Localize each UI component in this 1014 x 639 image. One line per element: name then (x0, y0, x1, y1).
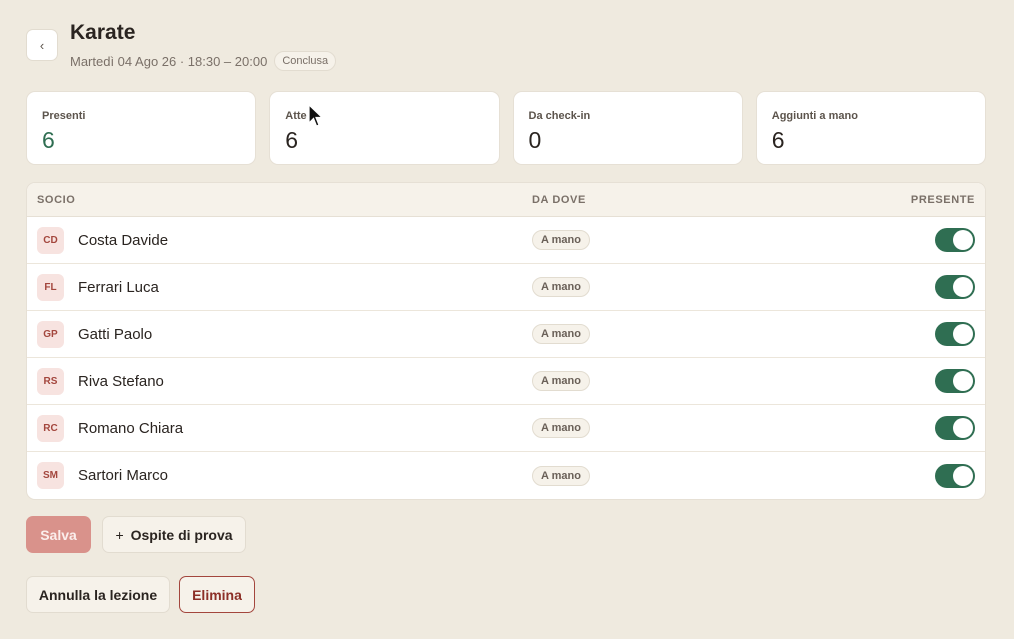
source-cell: A mano (532, 465, 855, 486)
save-button[interactable]: Salva (26, 516, 91, 553)
member-cell: CD Costa Davide (37, 226, 532, 254)
plus-icon: + (115, 526, 124, 543)
page-title: Karate (70, 21, 136, 44)
toggle-knob (953, 230, 973, 250)
member-cell: FL Ferrari Luca (37, 273, 532, 301)
stat-value: 6 (42, 127, 55, 153)
attendance-table: SOCIO DA DOVE PRESENTE CD Costa Davide A… (26, 182, 986, 500)
table-row: GP Gatti Paolo A mano (27, 311, 985, 358)
source-cell: A mano (532, 371, 855, 391)
member-cell: RS Riva Stefano (37, 367, 532, 395)
avatar: GP (37, 320, 64, 348)
table-row: FL Ferrari Luca A mano (27, 264, 985, 311)
present-cell (855, 369, 975, 393)
present-cell (855, 322, 975, 346)
present-cell (855, 275, 975, 299)
present-toggle[interactable] (935, 228, 975, 252)
source-cell: A mano (532, 418, 855, 438)
chevron-left-icon: ‹ (39, 37, 45, 53)
lesson-datetime: Martedì 04 Ago 26 · 18:30 – 20:00 (70, 53, 268, 69)
member-name: Ferrari Luca (78, 278, 159, 296)
member-cell: GP Gatti Paolo (37, 320, 532, 348)
delete-button[interactable]: Elimina (179, 576, 255, 613)
stat-label: Da check-in (528, 110, 591, 122)
member-name: Costa Davide (78, 231, 169, 249)
avatar: RS (37, 367, 64, 395)
status-badge: Conclusa (274, 51, 337, 71)
present-cell (855, 228, 975, 252)
source-badge: A mano (532, 230, 590, 250)
stat-label: Aggiunti a mano (771, 110, 858, 122)
avatar: RC (37, 414, 64, 442)
table-row: RC Romano Chiara A mano (27, 405, 985, 452)
stat-label: Presenti (42, 110, 86, 122)
column-header-present: PRESENTE (910, 193, 975, 206)
present-toggle[interactable] (935, 322, 975, 346)
member-name: Gatti Paolo (78, 325, 153, 343)
stat-card-manual: Aggiunti a mano 6 (755, 91, 986, 165)
member-name: Romano Chiara (78, 419, 184, 437)
member-name: Riva Stefano (78, 372, 164, 390)
toggle-knob (953, 465, 973, 486)
source-cell: A mano (532, 230, 855, 250)
add-trial-guest-label: Ospite di prova (130, 526, 233, 543)
stat-value: 6 (771, 127, 785, 153)
toggle-knob (953, 371, 973, 391)
avatar: FL (37, 273, 64, 301)
back-button[interactable]: ‹ (26, 29, 58, 61)
source-badge: A mano (532, 324, 590, 344)
present-toggle[interactable] (935, 416, 975, 440)
toggle-knob (953, 418, 973, 438)
cancel-lesson-button[interactable]: Annulla la lezione (26, 576, 170, 613)
stat-card-present: Presenti 6 (26, 91, 257, 165)
table-row: RS Riva Stefano A mano (27, 358, 985, 405)
avatar: CD (37, 226, 64, 254)
source-cell: A mano (532, 277, 855, 297)
present-toggle[interactable] (935, 463, 975, 488)
present-toggle[interactable] (935, 369, 975, 393)
source-badge: A mano (532, 277, 590, 297)
stat-label: Atte (285, 110, 307, 122)
member-cell: SM Sartori Marco (37, 462, 532, 489)
toggle-knob (953, 324, 973, 344)
present-cell (855, 416, 975, 440)
source-badge: A mano (532, 465, 590, 486)
table-header: SOCIO DA DOVE PRESENTE (27, 183, 985, 217)
subtitle-row: Martedì 04 Ago 26 · 18:30 – 20:00 Conclu… (70, 51, 337, 71)
page-header: ‹ Karate Martedì 04 Ago 26 · 18:30 – 20:… (26, 20, 337, 71)
table-row: SM Sartori Marco A mano (27, 452, 985, 499)
avatar: SM (37, 462, 64, 489)
source-badge: A mano (532, 418, 590, 438)
source-cell: A mano (532, 324, 855, 344)
stats-row: Presenti 6 Atte 6 Da check-in 0 Aggiunti… (26, 91, 986, 165)
primary-actions: Salva + Ospite di prova (26, 516, 246, 553)
stat-card-expected: Atte 6 (269, 91, 500, 165)
stat-value: 0 (528, 127, 542, 153)
column-header-member: SOCIO (37, 193, 76, 206)
member-name: Sartori Marco (78, 467, 169, 484)
member-cell: RC Romano Chiara (37, 414, 532, 442)
title-block: Karate Martedì 04 Ago 26 · 18:30 – 20:00… (70, 20, 337, 71)
stat-card-checkin: Da check-in 0 (512, 91, 743, 165)
column-header-source: DA DOVE (532, 193, 586, 206)
toggle-knob (953, 277, 973, 297)
present-toggle[interactable] (935, 275, 975, 299)
stat-value: 6 (285, 127, 299, 153)
present-cell (855, 463, 975, 488)
table-row: CD Costa Davide A mano (27, 217, 985, 264)
add-trial-guest-button[interactable]: + Ospite di prova (102, 516, 246, 553)
secondary-actions: Annulla la lezione Elimina (26, 576, 255, 613)
source-badge: A mano (532, 371, 590, 391)
